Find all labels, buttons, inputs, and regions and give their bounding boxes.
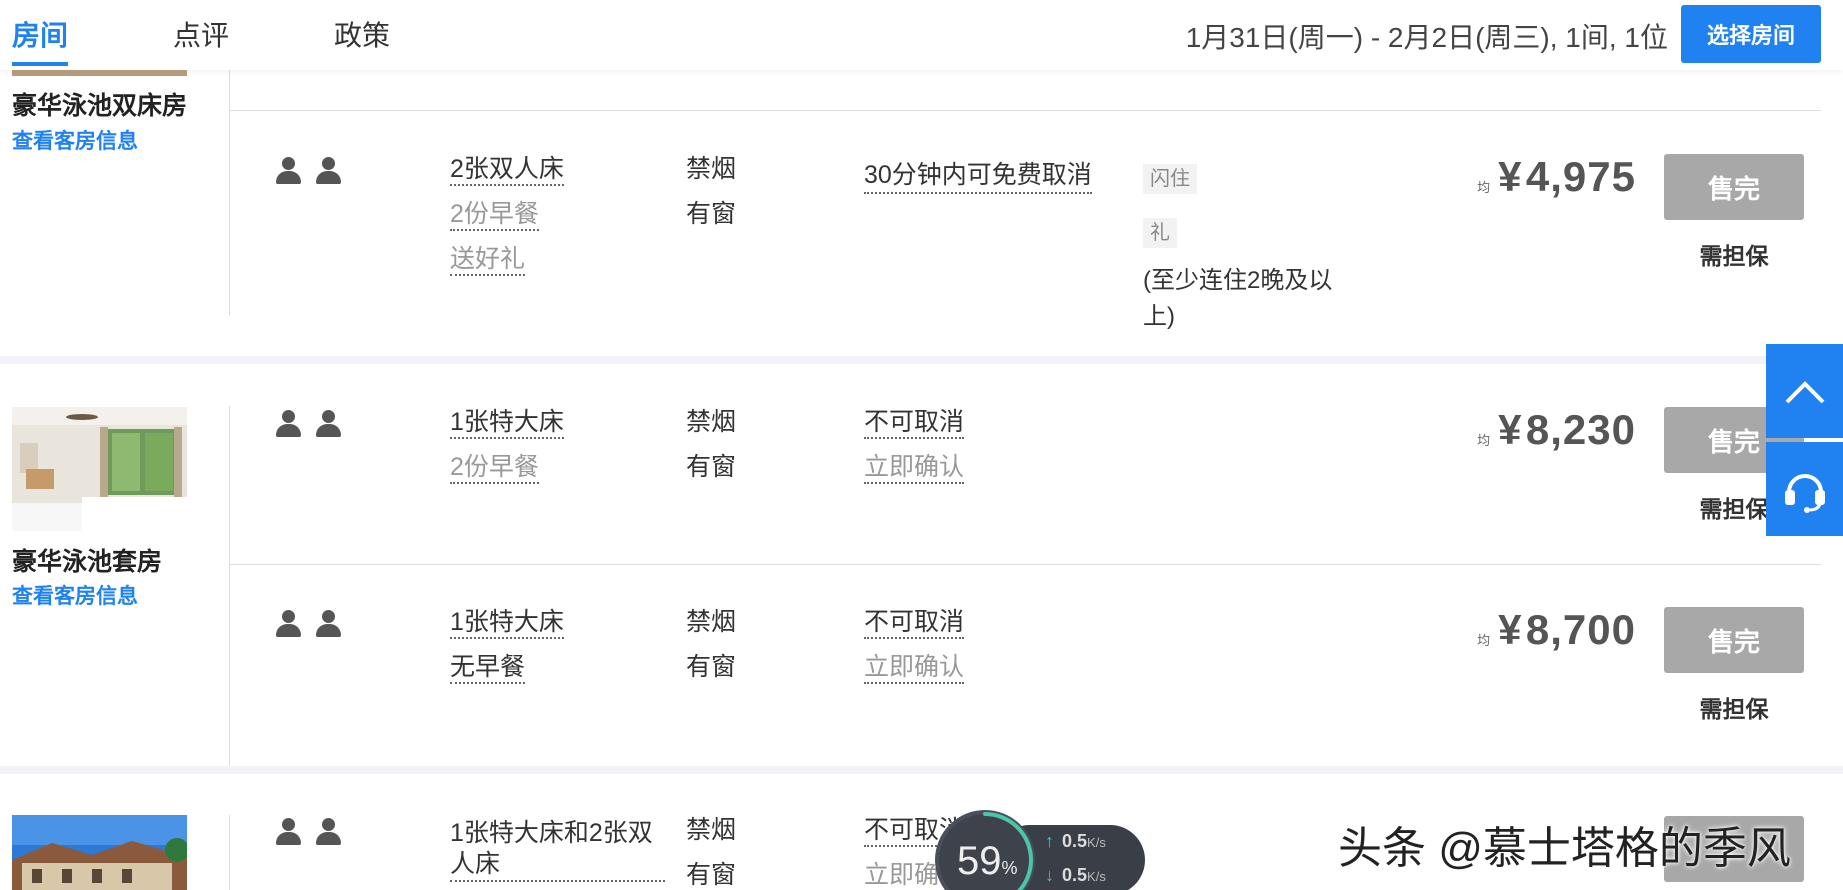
person-icon [275, 157, 301, 185]
rate-facility-cell: 禁烟 有窗 [686, 808, 806, 890]
divider [229, 70, 230, 316]
rate-price: 均 ¥ 8,230 [1477, 406, 1636, 454]
window-info: 有窗 [686, 861, 737, 889]
person-icon [315, 818, 341, 846]
rate-bed-cell: 1张特大床 无早餐 [450, 600, 670, 690]
bed-type[interactable]: 2张双人床 [450, 154, 564, 186]
bed-type[interactable]: 1张特大床 [450, 407, 564, 439]
back-to-top-button[interactable] [1766, 344, 1843, 438]
guest-capacity [275, 610, 341, 638]
meal-plan[interactable]: 2份早餐 [450, 452, 539, 484]
hotel-room-page: 房间 点评 政策 1月31日(周一) - 2月2日(周三), 1间, 1位 选择… [0, 0, 1843, 890]
room-photo[interactable] [12, 815, 187, 890]
tab-policy[interactable]: 政策 [334, 14, 390, 66]
room-photo-image [12, 815, 187, 890]
instant-confirm[interactable]: 立即确认 [864, 652, 965, 684]
instant-confirm[interactable]: 立即确认 [864, 452, 965, 484]
arrow-up-icon: ↑ [1045, 831, 1054, 851]
currency-symbol: ¥ [1498, 153, 1522, 200]
smoking-policy: 禁烟 [686, 408, 737, 436]
smoking-policy: 禁烟 [686, 608, 737, 636]
bed-type[interactable]: 1张特大床和2张双人床 [450, 818, 665, 882]
window-info: 有窗 [686, 200, 737, 228]
block-separator [0, 356, 1843, 364]
rate-bed-cell: 2张双人床 2份早餐 送好礼 [450, 147, 670, 282]
network-speed-widget[interactable]: 59% ↑ 0.5K/s ↓ 0.5K/s [935, 805, 1145, 890]
price-amount: 8,230 [1525, 406, 1636, 453]
cancel-policy[interactable]: 30分钟内可免费取消 [864, 159, 1092, 194]
person-icon [275, 410, 301, 438]
avg-label: 均 [1477, 433, 1491, 449]
guest-capacity [275, 157, 341, 185]
divider [229, 406, 230, 766]
currency-symbol: ¥ [1498, 406, 1522, 453]
block-separator [0, 766, 1843, 774]
view-room-info-link[interactable]: 查看客房信息 [12, 125, 138, 155]
rate-bed-cell: 1张特大床和2张双人床 [450, 818, 665, 887]
min-stay-note: (至少连住2晚及以上) [1143, 267, 1333, 330]
rate-price: 均 ¥ 8,700 [1477, 606, 1636, 654]
guarantee-label: 需担保 [1699, 696, 1769, 722]
watermark: 头条 @慕士塔格的季风 [1338, 824, 1791, 873]
room-photo[interactable] [12, 407, 187, 531]
bed-type[interactable]: 1张特大床 [450, 607, 564, 639]
usage-percent: 59% [957, 839, 1018, 883]
rate-bed-cell: 1张特大床 2份早餐 [450, 400, 670, 490]
room-name: 豪华泳池套房 [12, 548, 163, 576]
customer-service-button[interactable] [1766, 442, 1843, 536]
arrow-down-icon: ↓ [1045, 865, 1054, 885]
cancel-policy[interactable]: 不可取消 [864, 407, 965, 439]
cancel-policy[interactable]: 不可取消 [864, 607, 965, 639]
person-icon [315, 157, 341, 185]
smoking-policy: 禁烟 [686, 155, 737, 183]
headset-icon [1784, 474, 1825, 513]
guest-capacity [275, 410, 341, 438]
stay-dates[interactable]: 1月31日(周一) - 2月2日(周三), 1间, 1位 [1186, 16, 1668, 56]
rate-policy-cell: 30分钟内可免费取消 [864, 153, 1094, 198]
side-toolbar [1766, 344, 1843, 536]
rate-price: 均 ¥ 4,975 [1477, 153, 1636, 201]
divider [229, 110, 1821, 111]
rate-policy-cell: 不可取消 立即确认 [864, 400, 1094, 490]
smoking-policy: 禁烟 [686, 816, 737, 844]
upload-speed: ↑ 0.5K/s [1045, 831, 1106, 851]
rate-facility-cell: 禁烟 有窗 [686, 600, 806, 690]
window-info: 有窗 [686, 653, 737, 681]
avg-label: 均 [1477, 180, 1491, 196]
room-block: 豪华泳池套房 查看客房信息 1张特大床 2份早餐 禁烟 有窗 不可取消 立即确认… [0, 364, 1843, 766]
room-name: 豪华泳池双床房 [12, 92, 188, 120]
tag-gift: 礼 [1143, 218, 1177, 248]
meal-plan[interactable]: 无早餐 [450, 652, 526, 684]
top-nav: 房间 点评 政策 1月31日(周一) - 2月2日(周三), 1间, 1位 选择… [0, 0, 1843, 70]
divider [229, 564, 1821, 565]
price-amount: 4,975 [1525, 153, 1636, 200]
rate-facility-cell: 禁烟 有窗 [686, 147, 806, 237]
avg-label: 均 [1477, 633, 1491, 649]
sold-out-button[interactable]: 售完 [1664, 607, 1804, 673]
guest-capacity [275, 818, 341, 846]
gift-info[interactable]: 送好礼 [450, 244, 526, 276]
room-photo-image [12, 407, 187, 531]
currency-symbol: ¥ [1498, 606, 1522, 653]
sold-out-button[interactable]: 售完 [1664, 154, 1804, 220]
download-speed: ↓ 0.5K/s [1045, 865, 1106, 885]
rate-tags-cell: 闪住 礼 (至少连住2晚及以上) [1143, 155, 1333, 335]
person-icon [315, 610, 341, 638]
window-info: 有窗 [686, 453, 737, 481]
tab-rooms[interactable]: 房间 [12, 14, 69, 66]
divider [229, 815, 230, 890]
view-room-info-link[interactable]: 查看客房信息 [12, 580, 138, 610]
person-icon [315, 410, 341, 438]
rate-facility-cell: 禁烟 有窗 [686, 400, 806, 490]
person-icon [275, 818, 301, 846]
chevron-up-icon [1785, 381, 1824, 404]
price-amount: 8,700 [1525, 606, 1636, 653]
tab-reviews[interactable]: 点评 [173, 14, 229, 66]
guarantee-label: 需担保 [1699, 243, 1769, 269]
tag-flash-stay: 闪住 [1143, 164, 1197, 194]
meal-plan[interactable]: 2份早餐 [450, 199, 539, 231]
select-room-button[interactable]: 选择房间 [1681, 5, 1821, 63]
person-icon [275, 610, 301, 638]
rate-policy-cell: 不可取消 立即确认 [864, 600, 1094, 690]
